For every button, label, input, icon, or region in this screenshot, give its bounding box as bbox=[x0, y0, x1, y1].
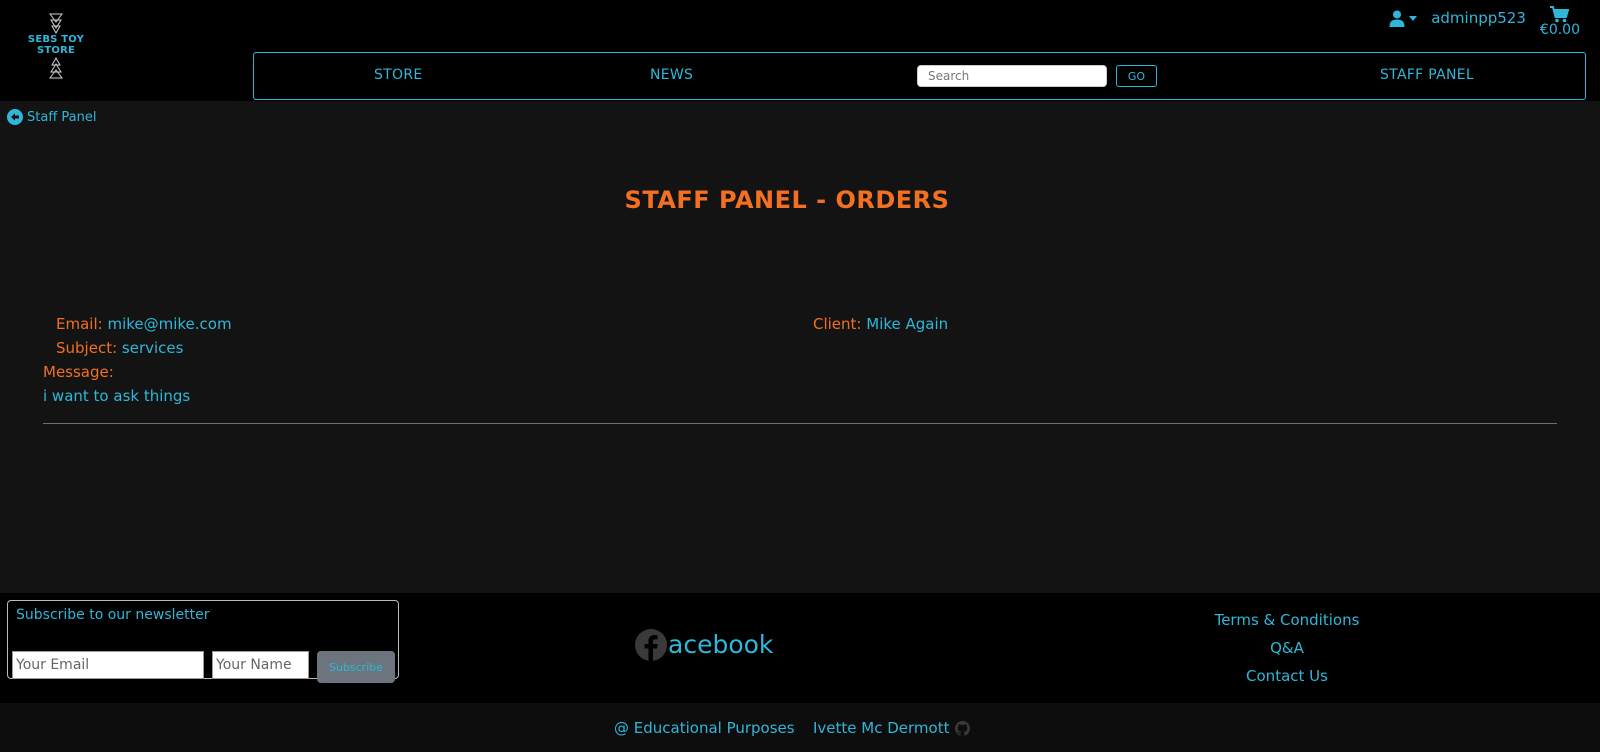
newsletter-title: Subscribe to our newsletter bbox=[16, 607, 210, 623]
newsletter-name-input[interactable] bbox=[212, 651, 309, 679]
contact-us-link[interactable]: Contact Us bbox=[1187, 666, 1387, 694]
main-navbar: STORE NEWS GO STAFF PANEL bbox=[253, 52, 1586, 100]
qa-link[interactable]: Q&A bbox=[1187, 638, 1387, 666]
entry-divider bbox=[43, 423, 1557, 424]
footer-links: Terms & Conditions Q&A Contact Us bbox=[1187, 610, 1387, 694]
store-logo[interactable]: SEBS TOY STORE bbox=[22, 10, 90, 82]
logo-text-line1: SEBS TOY bbox=[27, 34, 85, 45]
newsletter-email-input[interactable] bbox=[12, 651, 204, 679]
facebook-link[interactable]: acebook bbox=[635, 629, 773, 661]
author-name: Ivette Mc Dermott bbox=[813, 719, 950, 737]
nav-staff-panel[interactable]: STAFF PANEL bbox=[1380, 67, 1474, 83]
terms-link[interactable]: Terms & Conditions bbox=[1187, 610, 1387, 638]
cart-icon bbox=[1550, 6, 1570, 23]
client-label: Client: bbox=[813, 315, 862, 333]
subject-label: Subject: bbox=[56, 339, 118, 357]
facebook-text: acebook bbox=[668, 630, 774, 659]
github-icon bbox=[955, 720, 971, 736]
cart-button[interactable]: €0.00 bbox=[1540, 6, 1580, 38]
bottom-bar: @ Educational Purposes Ivette Mc Dermott bbox=[0, 703, 1600, 752]
page-title: STAFF PANEL - ORDERS bbox=[624, 186, 950, 214]
search-go-button[interactable]: GO bbox=[1116, 65, 1157, 87]
facebook-icon bbox=[635, 629, 667, 661]
author-github-link[interactable]: Ivette Mc Dermott bbox=[813, 719, 971, 737]
cart-total: €0.00 bbox=[1539, 22, 1580, 38]
logo-text-line2: STORE bbox=[36, 45, 76, 56]
email-value: mike@mike.com bbox=[107, 315, 232, 333]
chevron-down-icon bbox=[1409, 16, 1418, 21]
client-field: Client: Mike Again bbox=[813, 315, 948, 333]
newsletter-form: Subscribe to our newsletter Subscribe bbox=[7, 600, 399, 683]
back-link-label: Staff Panel bbox=[27, 109, 97, 125]
client-value: Mike Again bbox=[866, 315, 949, 333]
logo-text: SEBS TOY STORE bbox=[22, 34, 90, 56]
search-input[interactable] bbox=[917, 65, 1107, 87]
user-menu-toggle[interactable] bbox=[1389, 10, 1418, 27]
arrow-left-circle-icon bbox=[7, 109, 23, 125]
subject-value: services bbox=[121, 339, 184, 357]
message-label: Message: bbox=[43, 363, 114, 381]
back-to-staff-panel-link[interactable]: Staff Panel bbox=[7, 109, 96, 125]
username-link[interactable]: adminpp523 bbox=[1431, 9, 1526, 27]
subscribe-button[interactable]: Subscribe bbox=[317, 651, 395, 683]
user-icon bbox=[1389, 10, 1405, 27]
user-area: adminpp523 €0.00 bbox=[1389, 6, 1580, 42]
nav-store[interactable]: STORE bbox=[374, 67, 423, 83]
nav-news[interactable]: NEWS bbox=[650, 67, 693, 83]
email-field: Email: mike@mike.com bbox=[56, 315, 232, 333]
site-header: SEBS TOY STORE adminpp523 €0.00 STORE NE… bbox=[0, 0, 1600, 101]
message-body: i want to ask things bbox=[43, 387, 191, 405]
subject-field: Subject: services bbox=[56, 339, 183, 357]
email-label: Email: bbox=[56, 315, 103, 333]
site-footer: Subscribe to our newsletter Subscribe ac… bbox=[0, 593, 1600, 703]
copyright-text: @ Educational Purposes bbox=[614, 719, 795, 737]
